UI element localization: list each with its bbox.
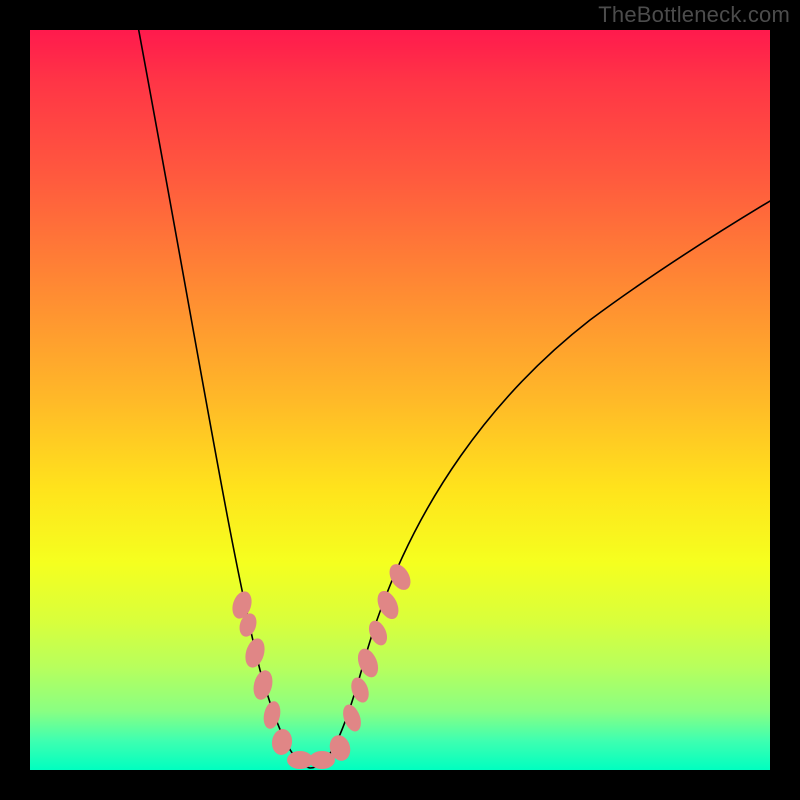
bead-marker (309, 751, 335, 769)
bead-marker (354, 646, 382, 681)
bead-marker (261, 700, 282, 731)
watermark-text: TheBottleneck.com (598, 2, 790, 28)
bead-marker (251, 668, 276, 701)
bead-marker (242, 636, 268, 670)
bead-marker (270, 728, 293, 757)
chart-svg (30, 30, 770, 770)
bead-marker (385, 560, 415, 593)
bead-marker (340, 702, 365, 734)
chart-frame (30, 30, 770, 770)
bottleneck-curve (135, 30, 770, 768)
bead-group (229, 560, 415, 769)
